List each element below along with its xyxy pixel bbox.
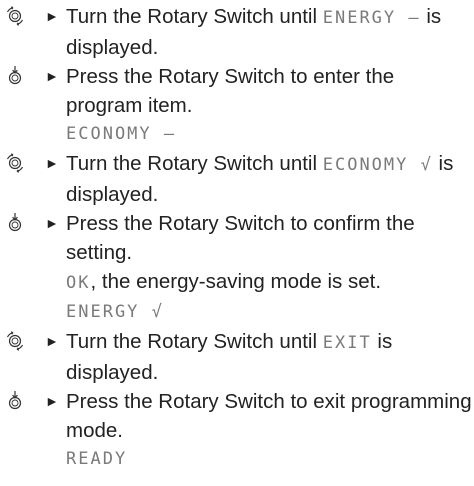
bullet-arrow-icon: ► [45, 215, 59, 231]
display-text: ECONOMY √ [322, 155, 433, 175]
display-readout: READY [66, 449, 128, 469]
step-text: Press the Rotary Switch to confirm the s… [66, 212, 415, 264]
display-text: ENERGY — [322, 8, 421, 28]
rotary-turn-icon [6, 153, 24, 173]
display-readout: ECONOMY — [66, 124, 177, 144]
step-text: Turn the Rotary Switch until [66, 152, 323, 175]
instruction-step: ► Turn the Rotary Switch until EXIT is d… [0, 327, 474, 387]
display-text: OK [66, 273, 91, 293]
instruction-step: ► Press the Rotary Switch to exit progra… [0, 387, 474, 474]
bullet-arrow-icon: ► [45, 393, 59, 409]
step-text: Turn the Rotary Switch until [66, 5, 323, 28]
display-readout: ENERGY √ [66, 302, 164, 322]
instruction-step: ► Press the Rotary Switch to enter the p… [0, 62, 474, 149]
display-text: EXIT [322, 333, 372, 353]
rotary-press-icon [8, 213, 22, 232]
rotary-press-icon [8, 66, 22, 85]
bullet-arrow-icon: ► [45, 155, 59, 171]
instruction-step: ► Turn the Rotary Switch until ECONOMY √… [0, 149, 474, 209]
rotary-press-icon [8, 391, 22, 410]
rotary-turn-icon [6, 6, 24, 26]
step-text: Press the Rotary Switch to enter the pro… [66, 65, 395, 117]
bullet-arrow-icon: ► [45, 333, 59, 349]
step-note: OK, the energy-saving mode is set. [66, 267, 474, 298]
instruction-list: ► Turn the Rotary Switch until ENERGY — … [0, 0, 474, 486]
note-text: , the energy-saving mode is set. [90, 270, 382, 293]
bullet-arrow-icon: ► [45, 68, 59, 84]
rotary-turn-icon [6, 331, 24, 351]
step-text: Press the Rotary Switch to exit programm… [66, 390, 472, 442]
step-text: Turn the Rotary Switch until [66, 330, 323, 353]
instruction-step: ► Press the Rotary Switch to confirm the… [0, 209, 474, 327]
instruction-step: ► Turn the Rotary Switch until ENERGY — … [0, 2, 474, 62]
bullet-arrow-icon: ► [45, 8, 59, 24]
